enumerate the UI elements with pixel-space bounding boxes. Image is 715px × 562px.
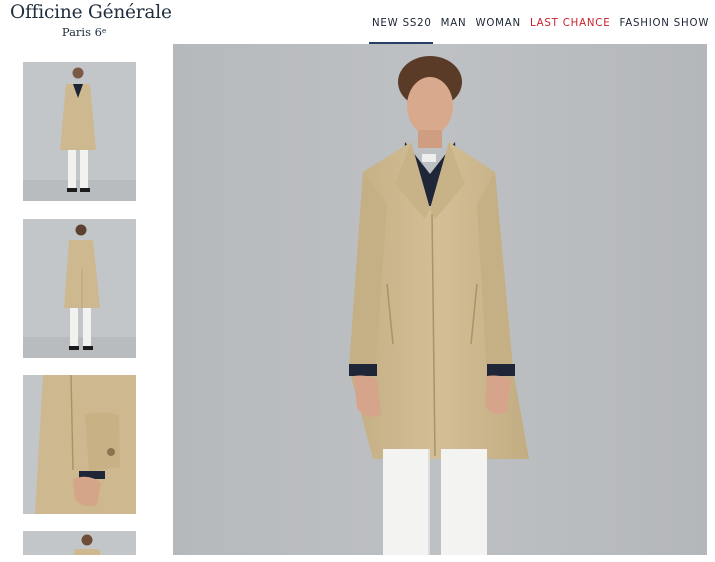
nav-new-ss20[interactable]: NEW SS20 xyxy=(372,18,432,30)
nav-fashion-show[interactable]: FASHION SHOW xyxy=(619,18,709,30)
brand-logo[interactable]: Officine Générale Paris 6e xyxy=(10,2,172,39)
page-edge xyxy=(707,44,715,555)
site-header: Officine Générale Paris 6e NEW SS20 MAN … xyxy=(0,0,715,45)
main-product-image[interactable] xyxy=(173,44,707,555)
main-nav: NEW SS20 MAN WOMAN LAST CHANCE FASHION S… xyxy=(372,18,715,30)
nav-man[interactable]: MAN xyxy=(441,18,467,30)
thumbnail-front-partial[interactable] xyxy=(23,531,136,557)
thumbnail-back-full[interactable] xyxy=(23,219,136,358)
brand-city: Paris 6e xyxy=(61,25,107,39)
nav-woman[interactable]: WOMAN xyxy=(475,18,520,30)
thumbnail-pocket-detail[interactable] xyxy=(23,375,136,514)
brand-name: Officine Générale xyxy=(10,2,172,23)
thumbnail-front-full[interactable] xyxy=(23,62,136,201)
nav-last-chance[interactable]: LAST CHANCE xyxy=(530,18,611,30)
page-bottom-area xyxy=(0,555,715,562)
